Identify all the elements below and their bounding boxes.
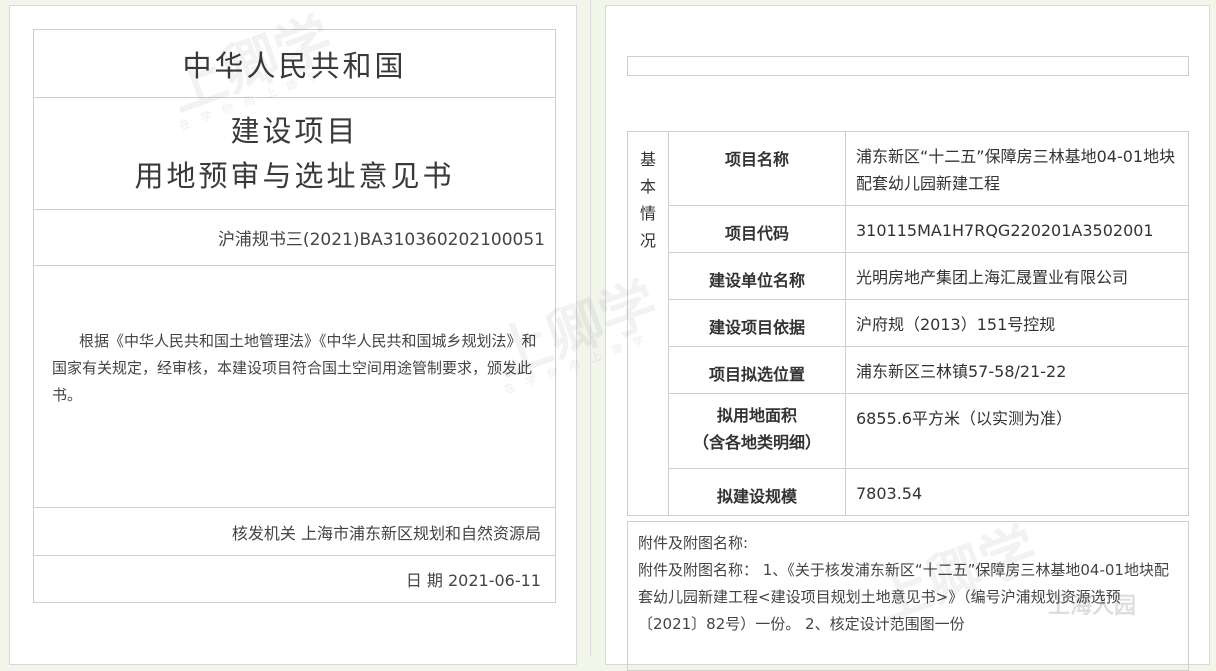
- table-row: 项目拟选位置 浦东新区三林镇57-58/21-22: [628, 346, 1189, 394]
- title-line-2: 用地预审与选址意见书: [134, 158, 455, 193]
- document-title: 建设项目 用地预审与选址意见书: [34, 98, 555, 210]
- table-row: 建设项目依据 沪府规（2013）151号控规: [628, 299, 1189, 347]
- basic-info-side-label: 基 本 情 况: [627, 131, 669, 516]
- attachments-section: 附件及附图名称: 附件及附图名称： 1、《关于核发浦东新区“十二五”保障房三林基…: [627, 521, 1189, 671]
- left-page: 中华人民共和国 建设项目 用地预审与选址意见书 沪浦规书三(2021)BA310…: [9, 5, 577, 665]
- basis-value: 沪府规（2013）151号控规: [845, 299, 1189, 347]
- attachments-text: 附件及附图名称： 1、《关于核发浦东新区“十二五”保障房三林基地04-01地块配…: [638, 561, 1169, 633]
- builder-label: 建设单位名称: [668, 252, 846, 300]
- title-line-1: 建设项目: [230, 113, 359, 148]
- scale-label: 拟建设规模: [668, 468, 846, 516]
- builder-value: 光明房地产集团上海汇晟置业有限公司: [845, 252, 1189, 300]
- table-row: 建设单位名称 光明房地产集团上海汇晟置业有限公司: [628, 252, 1189, 300]
- project-name-label: 项目名称: [668, 131, 846, 206]
- basis-label: 建设项目依据: [668, 299, 846, 347]
- scale-value: 7803.54: [845, 468, 1189, 516]
- project-name-value: 浦东新区“十二五”保障房三林基地04-01地块配套幼儿园新建工程: [845, 131, 1189, 206]
- project-code-value: 310115MA1H7RQG220201A3502001: [845, 205, 1189, 253]
- page-divider: [590, 0, 591, 657]
- country-name: 中华人民共和国: [34, 30, 555, 98]
- location-label: 项目拟选位置: [668, 346, 846, 394]
- issuing-authority: 核发机关 上海市浦东新区规划和自然资源局: [34, 508, 555, 556]
- land-area-value: 6855.6平方米（以实测为准）: [845, 393, 1189, 469]
- table-row: 基 本 情 况 项目名称 浦东新区“十二五”保障房三林基地04-01地块配套幼儿…: [627, 131, 1189, 516]
- table-row: 拟建设规模 7803.54: [628, 468, 1189, 516]
- table-row: 拟用地面积 （含各地类明细） 6855.6平方米（以实测为准）: [628, 393, 1189, 469]
- header-bar: [627, 56, 1189, 76]
- right-page: 基 本 情 况 项目名称 浦东新区“十二五”保障房三林基地04-01地块配套幼儿…: [605, 5, 1210, 671]
- attachments-title: 附件及附图名称:: [638, 534, 749, 552]
- issue-date: 日 期 2021-06-11: [405, 571, 541, 590]
- basic-info-table: 基 本 情 况 项目名称 浦东新区“十二五”保障房三林基地04-01地块配套幼儿…: [627, 131, 1189, 516]
- document-number: 沪浦规书三(2021)BA310360202100051: [34, 210, 555, 266]
- document-body: 根据《中华人民共和国土地管理法》《中华人民共和国城乡规划法》和国家有关规定，经审…: [34, 266, 555, 508]
- project-code-label: 项目代码: [668, 205, 846, 253]
- table-row: 项目代码 310115MA1H7RQG220201A3502001: [628, 205, 1189, 253]
- cover-frame: 中华人民共和国 建设项目 用地预审与选址意见书 沪浦规书三(2021)BA310…: [33, 29, 556, 603]
- location-value: 浦东新区三林镇57-58/21-22: [845, 346, 1189, 394]
- land-area-label: 拟用地面积 （含各地类明细）: [668, 393, 846, 469]
